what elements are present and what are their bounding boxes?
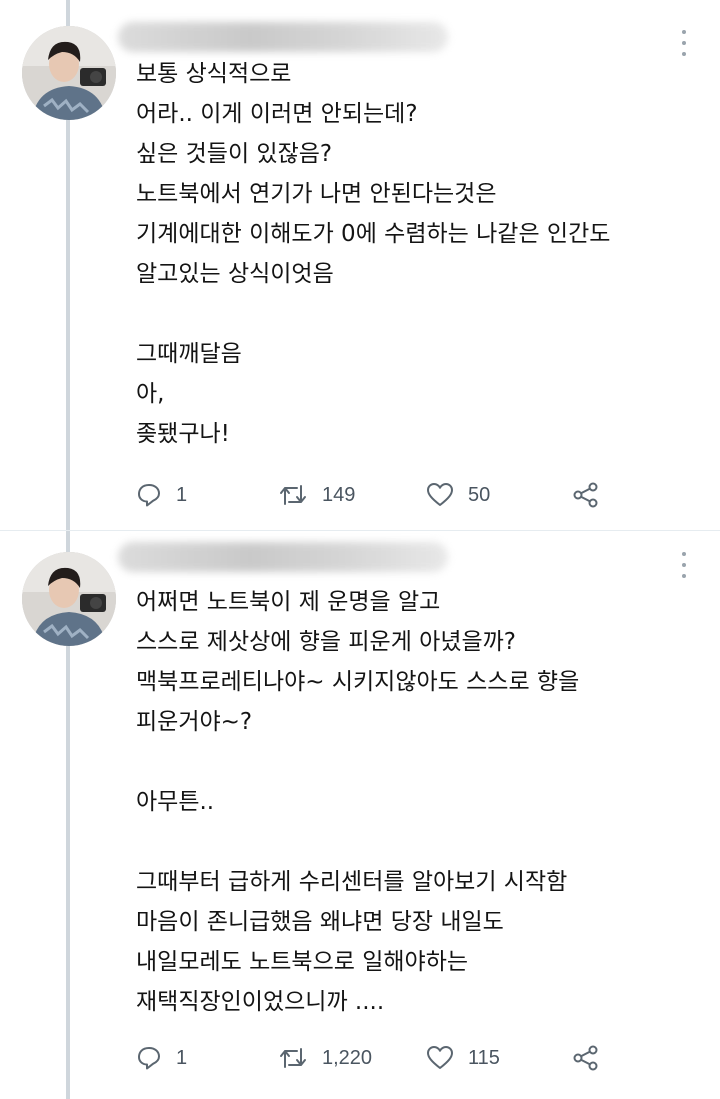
blurred-username [118, 22, 448, 52]
tweet-line: 내일모레도 노트북으로 일해야하는 [136, 949, 469, 975]
heart-icon [426, 482, 454, 508]
tweet-line: 알고있는 상식이엇음 [136, 261, 334, 287]
tweet-line: 어라.. 이게 이러면 안되는데? [136, 101, 418, 127]
retweet-icon [278, 1045, 308, 1071]
tweet-line: 스스로 제삿상에 향을 피운게 아녔을까? [136, 629, 517, 655]
heart-icon [426, 1045, 454, 1071]
reply-icon [136, 482, 162, 508]
share-button[interactable] [572, 1043, 600, 1073]
tweet-line: 피운거야~? [136, 709, 253, 735]
tweet-line: 아무튼.. [136, 789, 215, 815]
retweet-count: 1,220 [322, 1046, 373, 1069]
share-icon [572, 1045, 600, 1071]
tweet-line: 노트북에서 연기가 나면 안된다는것은 [136, 181, 497, 207]
retweet-count: 149 [322, 483, 356, 506]
like-button[interactable]: 50 [426, 480, 490, 510]
reply-icon [136, 1045, 162, 1071]
tweet-line: 아, [136, 381, 165, 407]
tweet-line: 재택직장인이었으니까 .... [136, 989, 385, 1015]
like-count: 115 [468, 1046, 500, 1069]
reply-button[interactable]: 1 [136, 480, 187, 510]
reply-count: 1 [176, 1046, 188, 1069]
tweet-line: 싶은 것들이 있잖음? [136, 141, 333, 167]
tweet-line: 그때깨달음 [136, 341, 242, 367]
tweet-line: 보통 상식적으로 [136, 61, 292, 87]
tweet-line: 좆됐구나! [136, 421, 230, 447]
tweet-1[interactable]: 보통 상식적으로 어라.. 이게 이러면 안되는데? 싶은 것들이 있잖음? 노… [0, 0, 720, 530]
tweet-text: 보통 상식적으로 어라.. 이게 이러면 안되는데? 싶은 것들이 있잖음? 노… [136, 54, 700, 454]
share-button[interactable] [572, 480, 600, 510]
reply-button[interactable]: 1 [136, 1043, 187, 1073]
tweet-line: 맥북프로레티나야~ 시키지않아도 스스로 향을 [136, 669, 580, 695]
retweet-button[interactable]: 149 [278, 480, 355, 510]
tweet-line: 그때부터 급하게 수리센터를 알아보기 시작함 [136, 869, 568, 895]
reply-count: 1 [176, 483, 188, 506]
avatar[interactable] [22, 26, 116, 120]
tweet-2[interactable]: 어쩌면 노트북이 제 운명을 알고 스스로 제삿상에 향을 피운게 아녔을까? … [0, 530, 720, 1099]
like-button[interactable]: 115 [426, 1043, 500, 1073]
tweet-line: 마음이 존니급했음 왜냐면 당장 내일도 [136, 909, 504, 935]
avatar[interactable] [22, 552, 116, 646]
more-options-icon[interactable] [676, 30, 692, 56]
tweet-text: 어쩌면 노트북이 제 운명을 알고 스스로 제삿상에 향을 피운게 아녔을까? … [136, 582, 700, 1022]
share-icon [572, 482, 600, 508]
tweet-line: 어쩌면 노트북이 제 운명을 알고 [136, 589, 441, 615]
blurred-username [118, 542, 448, 572]
tweet-actions: 1 149 50 [136, 480, 616, 510]
tweet-line: 기계에대한 이해도가 0에 수렴하는 나같은 인간도 [136, 221, 611, 247]
retweet-icon [278, 482, 308, 508]
more-options-icon[interactable] [676, 552, 692, 578]
retweet-button[interactable]: 1,220 [278, 1043, 372, 1073]
tweet-actions: 1 1,220 115 [136, 1043, 616, 1073]
like-count: 50 [468, 483, 491, 506]
